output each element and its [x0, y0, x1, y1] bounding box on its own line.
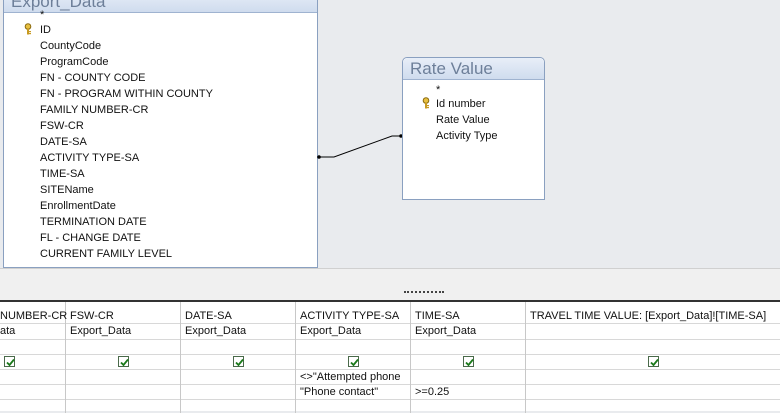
grid-column[interactable]: DATE-SA Export_Data — [181, 302, 296, 413]
grid-table-cell[interactable]: ata — [0, 324, 15, 338]
grid-column[interactable]: FSW-CR Export_Data — [66, 302, 181, 413]
grid-column[interactable]: TRAVEL TIME VALUE: [Export_Data]![TIME-S… — [526, 302, 780, 413]
grid-table-cell[interactable]: Export_Data — [185, 324, 246, 338]
grid-criteria-cell[interactable]: <>"Attempted phone — [300, 370, 409, 384]
rv-field-activity-type[interactable]: Activity Type — [436, 129, 498, 143]
rv-field-id-number[interactable]: Id number — [436, 97, 486, 111]
show-checkbox[interactable] — [233, 356, 244, 367]
grid-table-cell[interactable]: Export_Data — [415, 324, 476, 338]
show-checkbox[interactable] — [4, 356, 15, 367]
grid-field-cell[interactable]: TRAVEL TIME VALUE: [Export_Data]![TIME-S… — [530, 309, 766, 323]
show-checkbox[interactable] — [348, 356, 359, 367]
query-design-grid: NUMBER-CR ata FSW-CR Export_Data DATE-SA… — [0, 300, 780, 413]
rv-field-all[interactable]: * — [436, 83, 440, 97]
show-checkbox[interactable] — [463, 356, 474, 367]
grid-or-cell[interactable]: "Phone contact" — [300, 385, 378, 399]
grid-field-cell[interactable]: ACTIVITY TYPE-SA — [300, 309, 399, 323]
join-line[interactable] — [0, 0, 780, 268]
grid-table-cell[interactable]: Export_Data — [70, 324, 131, 338]
pane-splitter[interactable] — [0, 268, 780, 301]
grid-field-cell[interactable]: DATE-SA — [185, 309, 232, 323]
grid-or-cell[interactable]: >=0.25 — [415, 385, 449, 399]
grid-column[interactable]: TIME-SA Export_Data >=0.25 — [411, 302, 526, 413]
grid-column[interactable]: NUMBER-CR ata — [0, 302, 67, 413]
grid-column[interactable]: ACTIVITY TYPE-SA Export_Data <>"Attempte… — [296, 302, 411, 413]
grid-table-cell[interactable]: Export_Data — [300, 324, 361, 338]
primary-key-icon — [422, 97, 430, 109]
grid-field-cell[interactable]: TIME-SA — [415, 309, 460, 323]
grid-field-cell[interactable]: FSW-CR — [70, 309, 114, 323]
show-checkbox[interactable] — [118, 356, 129, 367]
grid-field-cell[interactable]: NUMBER-CR — [0, 309, 67, 323]
splitter-grip[interactable] — [404, 291, 444, 296]
query-design-diagram-pane: Export_Data * ID CountyCode ProgramCode … — [0, 0, 780, 268]
rate-value-table[interactable]: Rate Value * Id number Rate Value Activi… — [402, 57, 545, 200]
show-checkbox[interactable] — [648, 356, 659, 367]
rv-field-rate-value[interactable]: Rate Value — [436, 113, 490, 127]
rate-value-title[interactable]: Rate Value — [403, 58, 544, 80]
